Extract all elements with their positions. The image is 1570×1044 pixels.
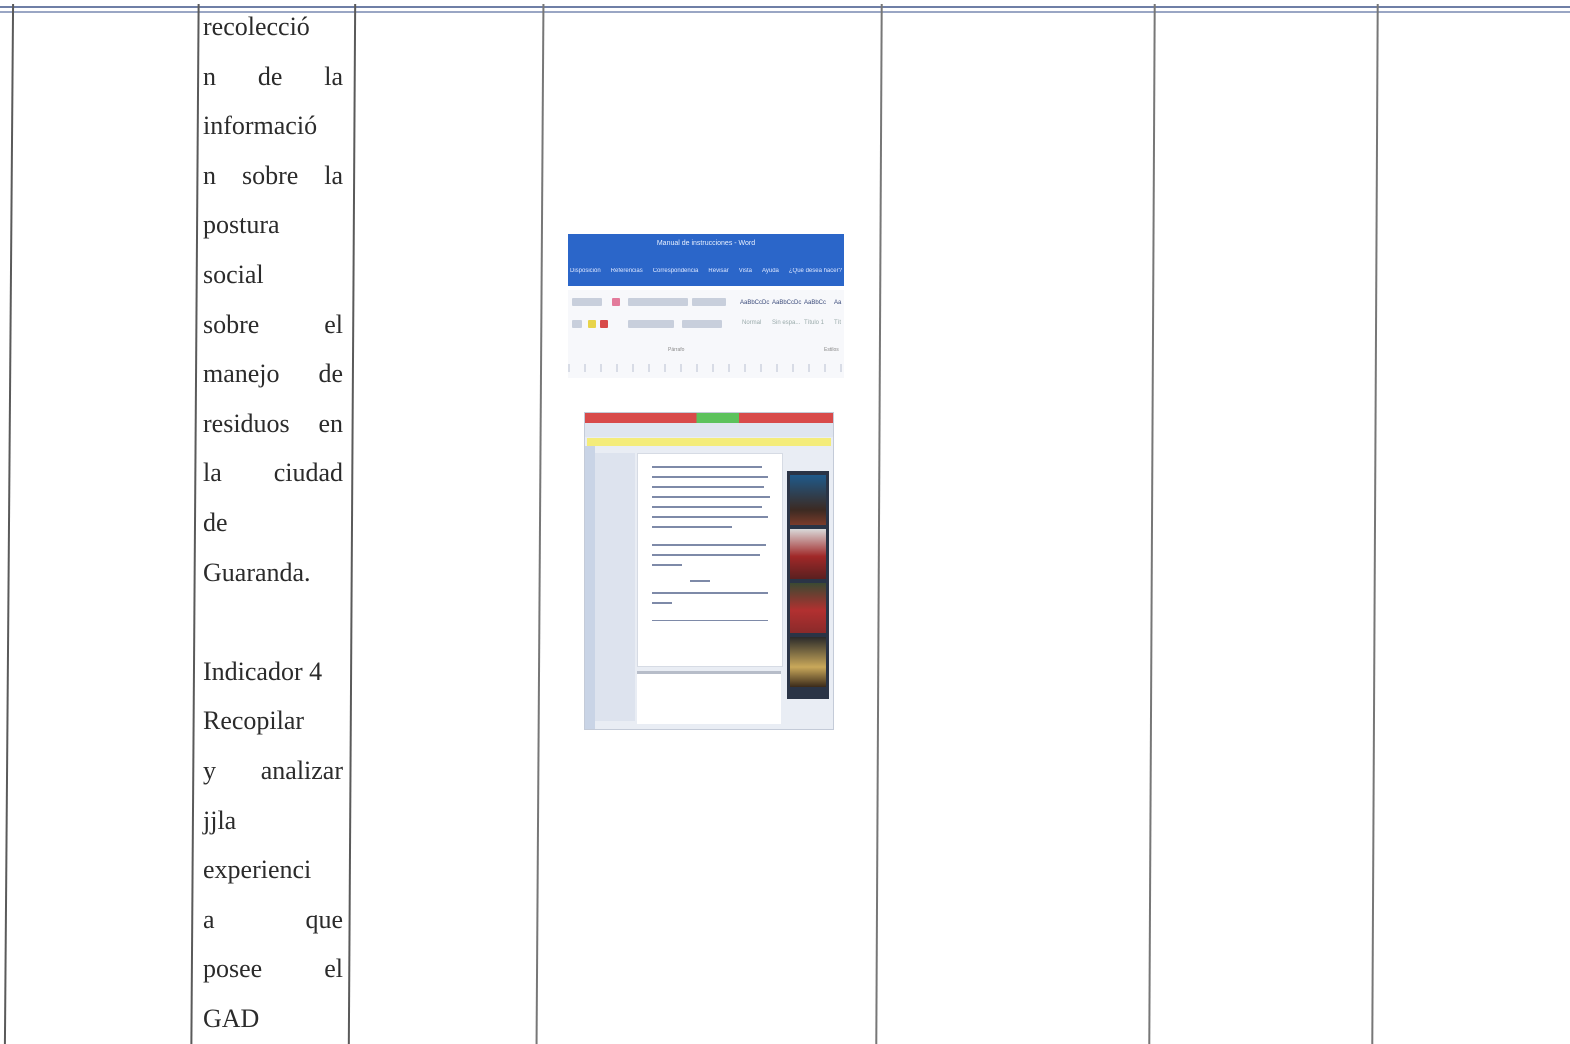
indicator-text-cell: recolecció n de la informació n sobre la pos… [203,2,343,1043]
style-sample: Aa [834,300,842,306]
text-line: social [203,259,264,289]
text-word: en [318,408,343,438]
ribbon-tab: Revisar [708,268,729,274]
text-word: sobre [241,160,299,190]
column-rule-7 [1371,4,1379,1044]
text-line: experienci [203,855,312,885]
text-word: a [203,904,215,934]
text-line: postura [203,210,280,240]
text-line: a que [203,895,343,945]
text-line: posee el [203,944,343,994]
inner-document-page [637,453,783,667]
ribbon-group-label: Párrafo [668,347,685,353]
text-word: analizar [260,755,343,785]
style-sample: AaBbCcDc [772,300,802,306]
text-word: posee [203,954,263,984]
text-line: residuos en [203,399,343,449]
style-name: Título 1 [804,320,825,326]
text-line: n de la [203,52,343,102]
text-word: n [203,160,216,190]
document-page: recolecció n de la informació n sobre la pos… [0,0,1570,1044]
text-line: y analizar [203,746,343,796]
text-word: de [318,359,343,389]
inner-document-next-page [637,671,781,724]
column-rule-6 [1148,4,1156,1044]
inner-navigation-pane [595,453,635,721]
text-line-blank [203,597,343,647]
text-line: la ciudad [203,448,343,498]
column-rule-1 [3,4,15,1044]
text-line: sobre el [203,300,343,350]
text-line: Indicador 4 [203,656,323,686]
word-title-bar: Manual de instrucciones - Word Disposici… [568,234,844,286]
text-line: Guaranda. [203,557,311,587]
text-word: manejo [203,359,280,389]
text-line: de [203,507,228,537]
column-rule-4 [535,4,545,1044]
text-line: jjla [203,805,237,835]
style-name: Normal [742,320,762,326]
ribbon-tab: ¿Qué desea hacer? [788,268,842,274]
text-word: y [203,755,216,785]
style-name: Tít [834,320,841,326]
text-word: n [203,61,216,91]
text-line: recolecció [203,12,310,41]
word-ribbon-tabs: Disposición Referencias Correspondencia … [570,268,842,274]
text-word: sobre [203,309,260,339]
video-call-participants [787,471,829,699]
text-word: la [203,458,222,488]
text-word: ciudad [273,458,343,488]
recording-bar [585,413,833,423]
word-ruler [568,364,844,372]
inner-alert-bar [587,438,831,446]
text-word: el [324,954,343,984]
ribbon-tab: Ayuda [761,268,779,274]
text-line: GAD [203,1003,260,1033]
ribbon-tab: Correspondencia [652,268,699,274]
word-window-title: Manual de instrucciones - Word [656,240,756,247]
text-line: Recopilar [203,706,305,736]
text-line: n sobre la [203,151,343,201]
text-line: informació [203,111,318,141]
ribbon-tab: Referencias [610,268,643,274]
style-name: Sin espa... [772,320,801,326]
style-sample: AaBbCc [804,300,827,306]
column-rule-3 [347,4,357,1044]
text-word: residuos [203,408,290,438]
text-word: la [324,61,343,91]
text-word: el [324,309,343,339]
word-document-screenshot: Manual de instrucciones - Word Disposici… [568,234,844,734]
ribbon-group-label: Estilos [824,347,839,353]
column-rule-2 [190,4,200,1044]
text-word: que [305,904,343,934]
inner-toolbar [585,423,833,437]
nested-screen-capture [584,412,834,730]
style-sample: AaBbCcDc [740,300,770,306]
inner-side-strip [585,446,595,729]
column-rule-5 [875,4,883,1044]
text-word: la [324,160,343,190]
ribbon-tab: Disposición [570,268,601,274]
text-line: manejo de [203,349,343,399]
ribbon-tab: Vista [738,268,752,274]
text-word: de [257,61,283,91]
